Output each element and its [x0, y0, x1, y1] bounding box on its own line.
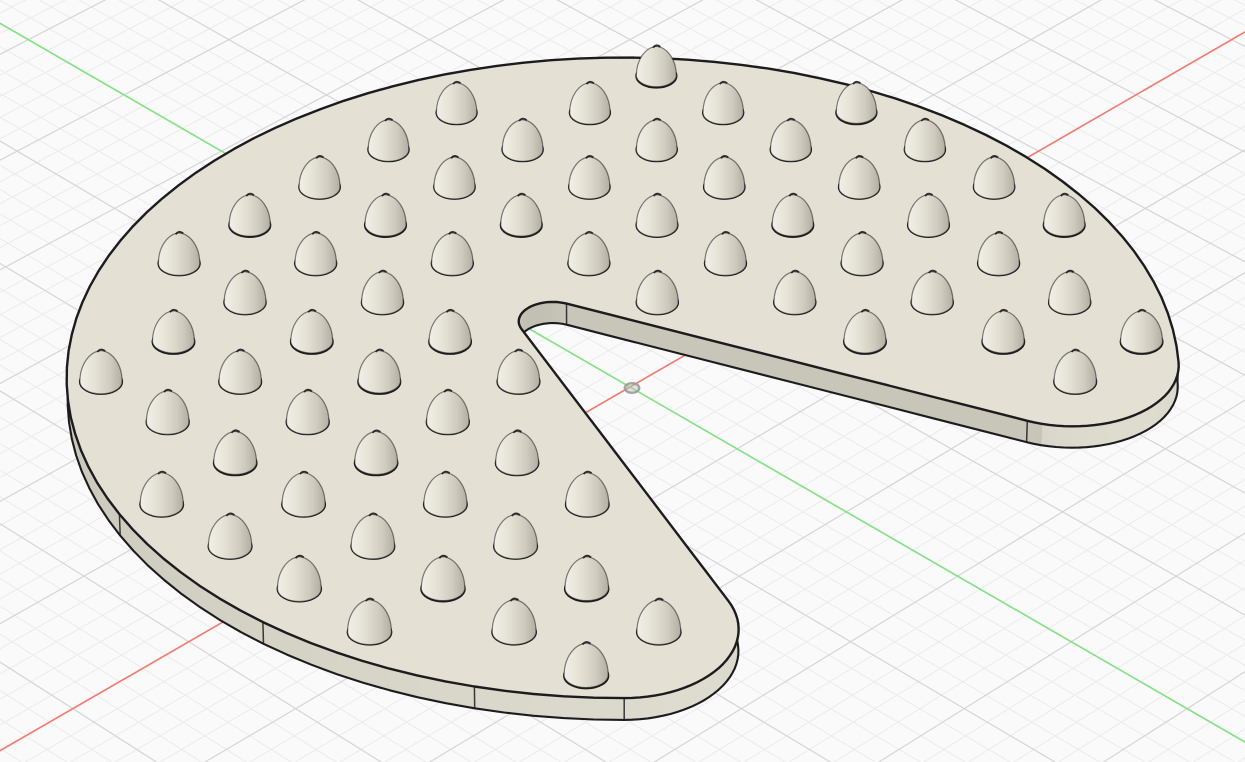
cone-bump [636, 45, 676, 87]
origin-handle-icon [625, 383, 639, 393]
scene-svg [0, 0, 1245, 762]
origin-marker[interactable] [625, 383, 639, 393]
cad-viewport[interactable] [0, 0, 1245, 762]
